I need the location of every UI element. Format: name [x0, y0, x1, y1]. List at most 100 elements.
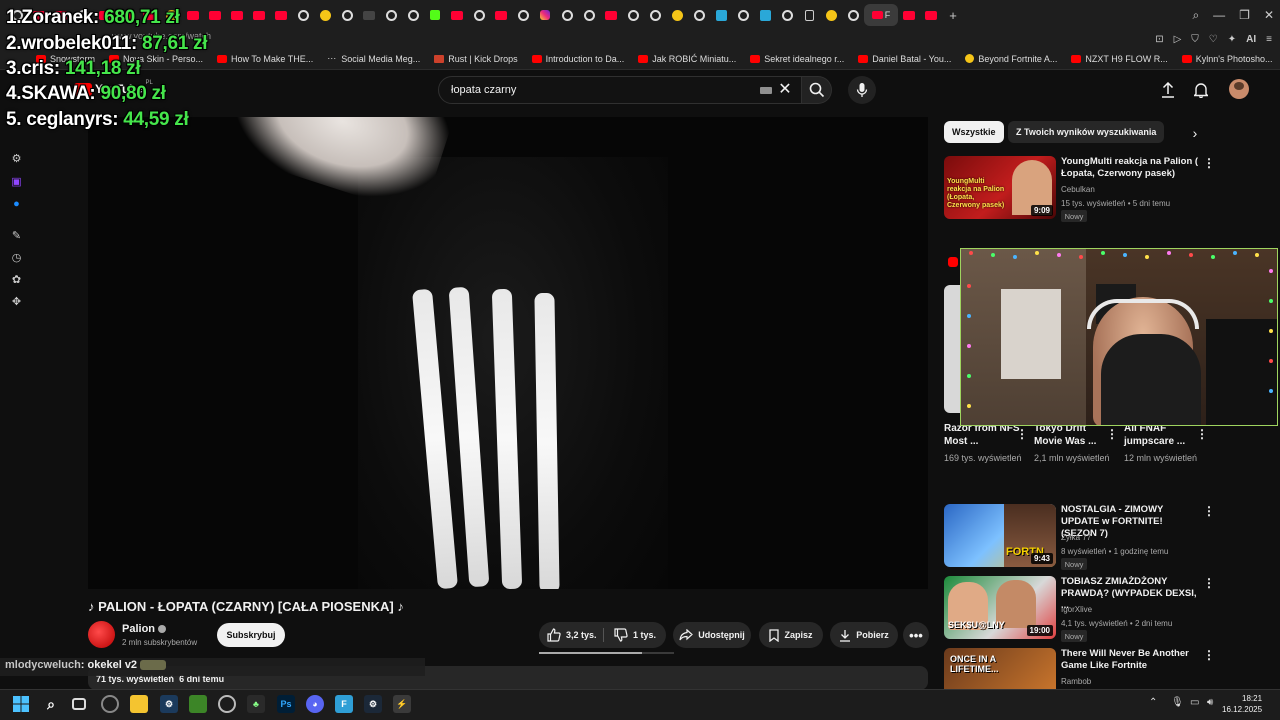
bookmark-item[interactable]: Jak ROBIĆ Miniatu... [638, 54, 736, 64]
short-menu-icon[interactable]: ⋮ [1106, 428, 1118, 440]
app-icon[interactable]: ⚡ [393, 695, 411, 713]
upload-button[interactable] [1158, 80, 1178, 100]
chip-all[interactable]: Wszystkie [944, 121, 1004, 143]
browser-tab[interactable] [402, 0, 424, 30]
browser-tab[interactable] [314, 0, 336, 30]
chevron-right-icon[interactable]: › [1186, 124, 1204, 142]
system-clock[interactable]: 18:21 16.12.2025 [1222, 693, 1262, 715]
bookmark-item[interactable]: ⋯ Social Media Meg... [327, 53, 420, 64]
monitor-tray-icon[interactable]: ▭ [1190, 697, 1199, 708]
chatgpt-icon[interactable]: ⚙ [10, 152, 23, 165]
chip-from-search[interactable]: Z Twoich wyników wyszukiwania [1008, 121, 1165, 143]
browser-tab[interactable] [556, 0, 578, 30]
browser-tab[interactable] [336, 0, 358, 30]
twitch-icon[interactable]: ▣ [10, 175, 23, 188]
heart-icon[interactable]: ♡ [1209, 34, 1218, 45]
ai-button[interactable]: AI [1246, 34, 1256, 45]
microphone-tray-icon[interactable]: 🎙︎ [1171, 697, 1184, 708]
search-button[interactable] [802, 76, 832, 104]
share-button[interactable]: Udostępnij [673, 622, 751, 648]
steam-icon[interactable]: ⚙ [364, 695, 382, 713]
browser-tab[interactable] [204, 0, 226, 30]
new-tab-button[interactable]: + [942, 0, 964, 30]
start-button[interactable] [12, 695, 30, 713]
browser-tab[interactable] [248, 0, 270, 30]
browser-tab[interactable] [380, 0, 402, 30]
recommendation-menu-icon[interactable]: ⋮ [1203, 505, 1215, 517]
app-icon[interactable]: F [335, 695, 353, 713]
keyboard-icon[interactable] [760, 87, 772, 94]
search-input[interactable]: łopata czarny [438, 76, 802, 104]
bookmark-item[interactable]: Introduction to Da... [531, 54, 624, 64]
browser-tab[interactable] [446, 0, 468, 30]
browser-tab[interactable] [688, 0, 710, 30]
taskbar-search-icon[interactable]: ⌕ [42, 695, 60, 713]
browser-tab[interactable] [920, 0, 942, 30]
bookmark-item[interactable]: Sekret idealnego r... [750, 54, 844, 64]
bookmark-item[interactable]: Kylnn's Photosho... [1181, 54, 1273, 64]
recommendation-channel[interactable]: IgorXlive [1061, 605, 1092, 614]
recommendation-channel[interactable]: Zyłka 77 [1061, 533, 1091, 542]
shield-icon[interactable]: ⛉ [1191, 34, 1199, 45]
clock-icon[interactable]: ◷ [10, 251, 23, 264]
recommendation-title[interactable]: YoungMulti reakcja na Palion ( Łopata, C… [1061, 156, 1199, 180]
recommendation-thumbnail[interactable]: FORTN 9:43 [944, 504, 1056, 567]
browser-tab[interactable] [534, 0, 556, 30]
search-tabs-icon[interactable]: ⌕ [1192, 8, 1199, 23]
short-menu-icon[interactable]: ⋮ [1016, 428, 1028, 440]
browser-menu-icon[interactable]: ≡ [1266, 34, 1272, 45]
steam-icon[interactable]: ⚙ [160, 695, 178, 713]
app-icon[interactable]: ♣ [247, 695, 265, 713]
recommendation-channel[interactable]: Cebulkan [1061, 185, 1095, 194]
browser-tab[interactable] [776, 0, 798, 30]
volume-icon[interactable]: 🔊︎ [1207, 697, 1213, 708]
browser-tab[interactable] [182, 0, 204, 30]
browser-tab[interactable] [820, 0, 842, 30]
puzzle-icon[interactable]: ✥ [10, 295, 23, 308]
browser-tab[interactable] [270, 0, 292, 30]
bookmark-item[interactable]: Beyond Fortnite A... [965, 54, 1057, 64]
more-actions-button[interactable]: ••• [903, 622, 929, 648]
file-explorer-icon[interactable] [130, 695, 148, 713]
channel-name[interactable]: Palion [122, 623, 167, 635]
recommendation-thumbnail[interactable]: YoungMulti reakcja na Palion (Łopata, Cz… [944, 156, 1056, 219]
browser-tab[interactable] [292, 0, 314, 30]
close-window-icon[interactable]: ✕ [1264, 8, 1274, 22]
recommendation-menu-icon[interactable]: ⋮ [1203, 577, 1215, 589]
browser-tab[interactable] [226, 0, 248, 30]
browser-tab[interactable] [842, 0, 864, 30]
recommendation-menu-icon[interactable]: ⋮ [1203, 649, 1215, 661]
browser-tab[interactable] [666, 0, 688, 30]
bookmark-item[interactable]: Daniel Batal - You... [858, 54, 951, 64]
task-view-icon[interactable] [72, 698, 86, 710]
browser-tab[interactable] [468, 0, 490, 30]
opera-icon[interactable] [101, 695, 119, 713]
browser-tab[interactable] [798, 0, 820, 30]
like-button[interactable]: 3,2 tys. [547, 622, 597, 648]
messenger-icon[interactable]: ● [10, 197, 23, 210]
browser-tab[interactable] [710, 0, 732, 30]
channel-name-text[interactable]: Palion [122, 623, 155, 635]
channel-avatar[interactable] [88, 621, 115, 648]
chevron-up-icon[interactable]: ⌃ [1149, 697, 1157, 708]
download-button[interactable]: Pobierz [830, 622, 898, 648]
browser-tab[interactable] [358, 0, 380, 30]
browser-tab[interactable] [644, 0, 666, 30]
browser-tab[interactable] [754, 0, 776, 30]
browser-tab[interactable] [512, 0, 534, 30]
bookmark-item[interactable]: NZXT H9 FLOW R... [1071, 54, 1168, 64]
short-thumbnail[interactable] [944, 285, 960, 413]
browser-tab[interactable] [578, 0, 600, 30]
extension-icon[interactable]: ✦ [1228, 34, 1236, 45]
active-browser-tab[interactable]: F [864, 4, 898, 26]
voice-search-button[interactable] [848, 76, 876, 104]
clear-search-icon[interactable]: ✕ [777, 82, 793, 98]
video-player[interactable] [88, 117, 928, 589]
dislike-button[interactable]: 1 tys. [614, 622, 656, 648]
browser-tab[interactable] [600, 0, 622, 30]
restore-icon[interactable]: ❐ [1239, 8, 1250, 22]
discord-icon[interactable]: ◕ [306, 695, 324, 713]
bookmark-item[interactable]: Rust | Kick Drops [434, 54, 518, 64]
save-button[interactable]: Zapisz [759, 622, 823, 648]
browser-tab[interactable] [898, 0, 920, 30]
